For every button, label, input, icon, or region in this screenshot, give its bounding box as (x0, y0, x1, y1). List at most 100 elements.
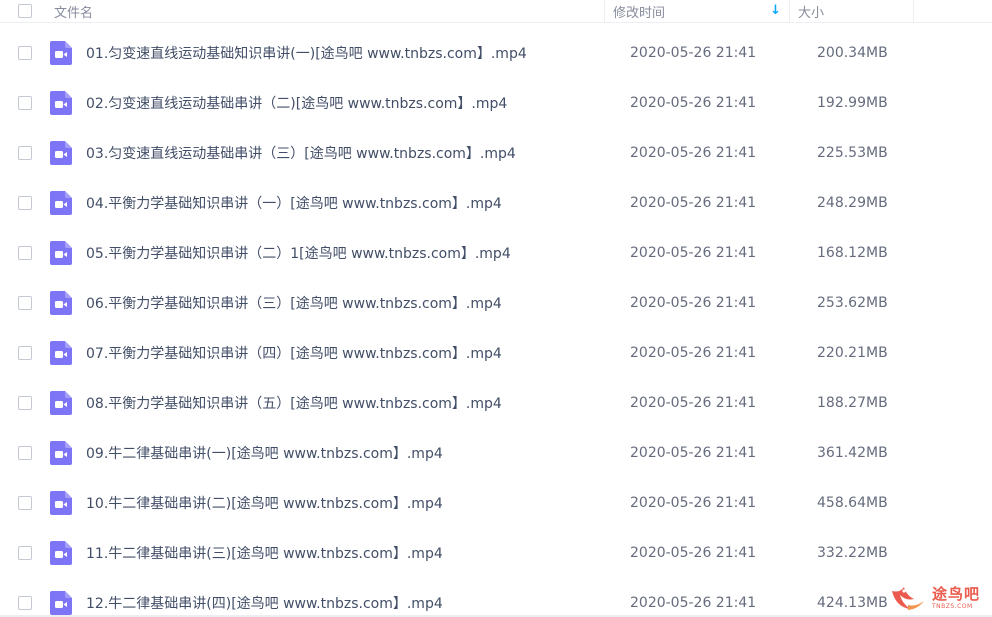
file-name[interactable]: 04.平衡力学基础知识串讲（一）[途鸟吧 www.tnbzs.com】.mp4 (86, 193, 610, 213)
video-file-icon (36, 541, 86, 565)
video-file-icon (36, 141, 86, 165)
row-checkbox[interactable] (18, 196, 32, 210)
file-size: 192.99MB (817, 95, 888, 111)
table-row[interactable]: 09.牛二律基础串讲(一)[途鸟吧 www.tnbzs.com】.mp4 202… (0, 428, 992, 478)
table-row[interactable]: 03.匀变速直线运动基础串讲（三）[途鸟吧 www.tnbzs.com】.mp4… (0, 128, 992, 178)
row-select (0, 446, 36, 460)
table-row[interactable]: 08.平衡力学基础知识串讲（五）[途鸟吧 www.tnbzs.com】.mp4 … (0, 378, 992, 428)
row-select (0, 196, 36, 210)
file-modified-time: 2020-05-26 21:41 (630, 595, 757, 611)
tuniao-watermark: 途鸟吧 TNBZS.COM (888, 583, 980, 613)
video-file-icon (36, 241, 86, 265)
table-row[interactable]: 01.匀变速直线运动基础知识串讲(一)[途鸟吧 www.tnbzs.com】.m… (0, 28, 992, 78)
row-checkbox[interactable] (18, 246, 32, 260)
watermark-title: 途鸟吧 (931, 584, 980, 603)
header-time-label: 修改时间 (613, 5, 666, 21)
file-size: 253.62MB (817, 295, 888, 311)
sort-down-arrow-icon[interactable]: ↓ (770, 3, 781, 18)
table-row[interactable]: 12.牛二律基础串讲(四)[途鸟吧 www.tnbzs.com】.mp4 202… (0, 578, 992, 617)
file-name[interactable]: 05.平衡力学基础知识串讲（二）1[途鸟吧 www.tnbzs.com】.mp4 (86, 243, 610, 263)
file-name[interactable]: 01.匀变速直线运动基础知识串讲(一)[途鸟吧 www.tnbzs.com】.m… (86, 43, 610, 63)
file-modified-time: 2020-05-26 21:41 (630, 45, 757, 61)
video-file-icon (36, 341, 86, 365)
file-modified-time: 2020-05-26 21:41 (630, 295, 757, 311)
file-modified-time: 2020-05-26 21:41 (630, 245, 757, 261)
row-checkbox[interactable] (18, 96, 32, 110)
file-size: 188.27MB (817, 395, 888, 411)
file-size: 248.29MB (817, 195, 888, 211)
row-checkbox[interactable] (18, 46, 32, 60)
row-checkbox[interactable] (18, 146, 32, 160)
row-checkbox[interactable] (18, 546, 32, 560)
watermark-text-group: 途鸟吧 TNBZS.COM (931, 584, 980, 610)
file-modified-time: 2020-05-26 21:41 (630, 345, 757, 361)
file-name[interactable]: 09.牛二律基础串讲(一)[途鸟吧 www.tnbzs.com】.mp4 (86, 443, 610, 463)
file-modified-time: 2020-05-26 21:41 (630, 95, 757, 111)
file-size: 200.34MB (817, 45, 888, 61)
table-row[interactable]: 06.平衡力学基础知识串讲（三）[途鸟吧 www.tnbzs.com】.mp4 … (0, 278, 992, 328)
file-name[interactable]: 08.平衡力学基础知识串讲（五）[途鸟吧 www.tnbzs.com】.mp4 (86, 393, 610, 413)
file-modified-time: 2020-05-26 21:41 (630, 395, 757, 411)
table-row[interactable]: 05.平衡力学基础知识串讲（二）1[途鸟吧 www.tnbzs.com】.mp4… (0, 228, 992, 278)
row-checkbox[interactable] (18, 496, 32, 510)
file-name[interactable]: 10.牛二律基础串讲(二)[途鸟吧 www.tnbzs.com】.mp4 (86, 493, 610, 513)
file-modified-time: 2020-05-26 21:41 (630, 195, 757, 211)
header-name-column[interactable]: 文件名 (54, 0, 604, 22)
row-select (0, 46, 36, 60)
file-name[interactable]: 07.平衡力学基础知识串讲（四）[途鸟吧 www.tnbzs.com】.mp4 (86, 343, 610, 363)
file-size: 332.22MB (817, 545, 888, 561)
header-size-label: 大小 (798, 5, 825, 21)
row-checkbox[interactable] (18, 296, 32, 310)
table-row[interactable]: 11.牛二律基础串讲(三)[途鸟吧 www.tnbzs.com】.mp4 202… (0, 528, 992, 578)
video-file-icon (36, 191, 86, 215)
row-select (0, 496, 36, 510)
file-rows: 01.匀变速直线运动基础知识串讲(一)[途鸟吧 www.tnbzs.com】.m… (0, 28, 992, 617)
row-select (0, 146, 36, 160)
header-time-column[interactable]: 修改时间 ↓ (604, 0, 789, 22)
select-all-checkbox[interactable] (18, 4, 32, 18)
row-select (0, 396, 36, 410)
row-checkbox[interactable] (18, 396, 32, 410)
header-size-column[interactable]: 大小 (789, 0, 913, 22)
video-file-icon (36, 91, 86, 115)
row-select (0, 346, 36, 360)
file-size: 220.21MB (817, 345, 888, 361)
video-file-icon (36, 491, 86, 515)
file-modified-time: 2020-05-26 21:41 (630, 545, 757, 561)
file-name[interactable]: 11.牛二律基础串讲(三)[途鸟吧 www.tnbzs.com】.mp4 (86, 543, 610, 563)
file-name[interactable]: 02.匀变速直线运动基础串讲（二)[途鸟吧 www.tnbzs.com】.mp4 (86, 93, 610, 113)
table-row[interactable]: 07.平衡力学基础知识串讲（四）[途鸟吧 www.tnbzs.com】.mp4 … (0, 328, 992, 378)
row-select (0, 296, 36, 310)
video-file-icon (36, 441, 86, 465)
watermark-subtitle: TNBZS.COM (931, 602, 973, 610)
file-list-header: 文件名 修改时间 ↓ 大小 (0, 0, 992, 23)
row-select (0, 246, 36, 260)
row-select (0, 96, 36, 110)
table-row[interactable]: 04.平衡力学基础知识串讲（一）[途鸟吧 www.tnbzs.com】.mp4 … (0, 178, 992, 228)
file-name[interactable]: 12.牛二律基础串讲(四)[途鸟吧 www.tnbzs.com】.mp4 (86, 593, 610, 613)
header-name-label: 文件名 (54, 5, 94, 21)
table-row[interactable]: 10.牛二律基础串讲(二)[途鸟吧 www.tnbzs.com】.mp4 202… (0, 478, 992, 528)
file-size: 361.42MB (817, 445, 888, 461)
tuniao-bird-logo-icon (891, 587, 924, 610)
file-size: 168.12MB (817, 245, 888, 261)
row-select (0, 546, 36, 560)
video-file-icon (36, 291, 86, 315)
file-modified-time: 2020-05-26 21:41 (630, 145, 757, 161)
header-select-all (0, 0, 54, 22)
row-checkbox[interactable] (18, 346, 32, 360)
file-modified-time: 2020-05-26 21:41 (630, 495, 757, 511)
row-select (0, 596, 36, 610)
file-name[interactable]: 03.匀变速直线运动基础串讲（三）[途鸟吧 www.tnbzs.com】.mp4 (86, 143, 610, 163)
header-extra-column (913, 0, 992, 22)
file-list-page: 文件名 修改时间 ↓ 大小 01.匀变速直线运动基础知识串讲(一)[途鸟吧 ww (0, 0, 992, 617)
row-checkbox[interactable] (18, 446, 32, 460)
video-file-icon (36, 591, 86, 615)
row-checkbox[interactable] (18, 596, 32, 610)
video-file-icon (36, 41, 86, 65)
file-size: 458.64MB (817, 495, 888, 511)
file-size: 225.53MB (817, 145, 888, 161)
video-file-icon (36, 391, 86, 415)
table-row[interactable]: 02.匀变速直线运动基础串讲（二)[途鸟吧 www.tnbzs.com】.mp4… (0, 78, 992, 128)
file-name[interactable]: 06.平衡力学基础知识串讲（三）[途鸟吧 www.tnbzs.com】.mp4 (86, 293, 610, 313)
